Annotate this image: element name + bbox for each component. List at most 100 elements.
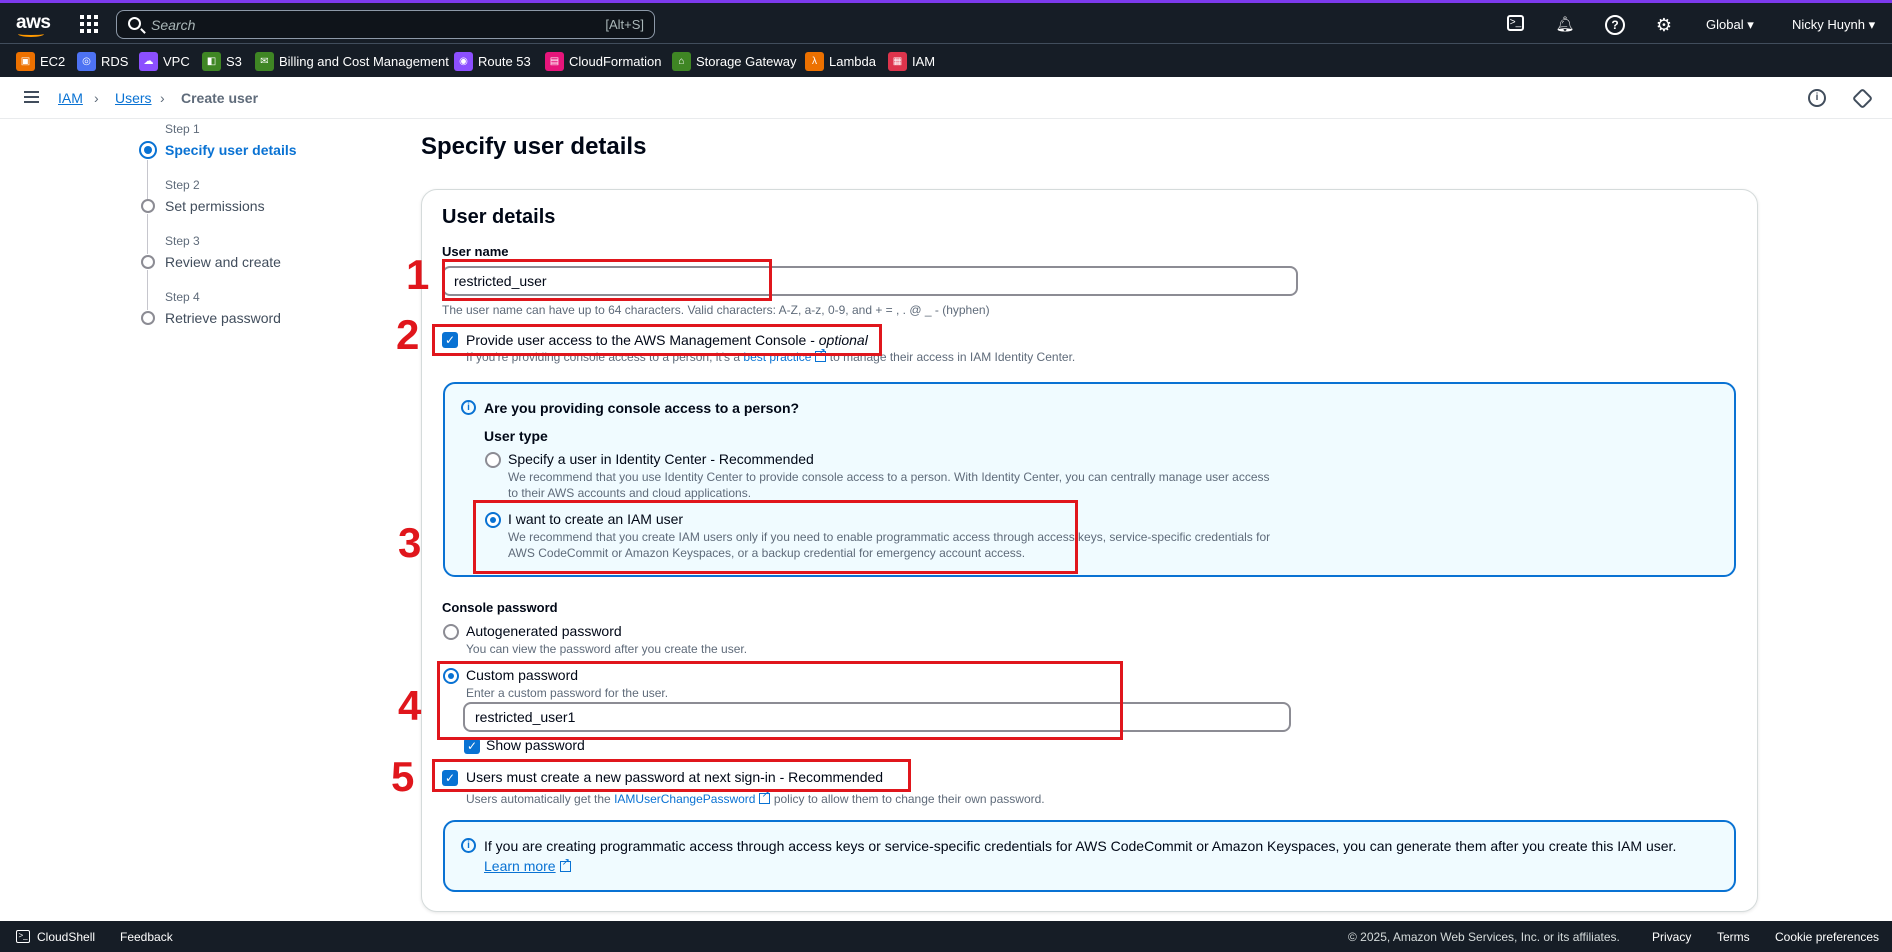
feedback-link[interactable]: Feedback [120, 930, 173, 944]
chevron-right-icon: › [160, 90, 165, 106]
cloudshell-footer-icon: >_ [16, 930, 30, 943]
vpc-icon: ☁ [139, 51, 158, 71]
privacy-link[interactable]: Privacy [1652, 930, 1691, 944]
annotation-number-4: 4 [398, 682, 422, 729]
cloudshell-icon[interactable]: >_ [1507, 15, 1524, 31]
favorite-label: S3 [226, 53, 242, 69]
step-2-name: Set permissions [165, 198, 265, 214]
favorite-storage-gateway[interactable]: ⌂ Storage Gateway [672, 51, 796, 71]
account-menu[interactable]: Nicky Huynh ▾ [1792, 17, 1875, 33]
favorite-label: Billing and Cost Management [279, 53, 449, 69]
footer: >_ CloudShell Feedback © 2025, Amazon We… [0, 921, 1892, 952]
aws-logo-text: aws [16, 12, 51, 33]
identity-center-radio[interactable] [485, 452, 501, 468]
programmatic-access-info-panel [443, 820, 1736, 892]
step-2-label: Step 2 [165, 178, 200, 192]
info-icon: i [461, 838, 476, 853]
annotation-box-2 [432, 324, 882, 356]
annotation-box-5 [432, 759, 911, 792]
favorite-billing[interactable]: ✉ Billing and Cost Management [255, 51, 449, 71]
notifications-bell-icon[interactable]: 🔔︎ [1555, 15, 1575, 35]
step-4-label: Step 4 [165, 290, 200, 304]
step-3-name: Review and create [165, 254, 281, 270]
autogenerated-password-option[interactable]: Autogenerated password [466, 623, 622, 639]
terms-link[interactable]: Terms [1717, 930, 1750, 944]
identity-center-desc-2: to their AWS accounts and cloud applicat… [508, 486, 752, 500]
search-bar[interactable]: [Alt+S] [116, 10, 655, 39]
favorite-rds[interactable]: ◎ RDS [77, 51, 128, 71]
annotation-number-3: 3 [398, 519, 422, 566]
annotation-number-1: 1 [406, 251, 430, 298]
step-2-icon [141, 199, 155, 213]
show-password-checkbox[interactable]: ✓ [464, 738, 480, 754]
user-type-label: User type [484, 428, 548, 444]
learn-more-link[interactable]: Learn more [484, 857, 571, 874]
cookie-preferences-link[interactable]: Cookie preferences [1775, 930, 1879, 944]
copyright-text: © 2025, Amazon Web Services, Inc. or its… [1348, 930, 1620, 944]
annotation-box-3 [473, 500, 1078, 574]
must-reset-hint: Users automatically get the IAMUserChang… [466, 789, 1045, 806]
favorite-label: Lambda [829, 53, 876, 69]
favorite-label: Storage Gateway [696, 53, 797, 69]
identity-center-desc-1: We recommend that you use Identity Cente… [508, 470, 1270, 484]
services-grid-icon[interactable] [80, 15, 98, 33]
help-icon[interactable]: ? [1605, 15, 1625, 35]
learn-more-text: Learn more [484, 858, 556, 874]
programmatic-access-info-text: If you are creating programmatic access … [484, 838, 1677, 854]
menu-hamburger-icon[interactable] [24, 91, 39, 104]
cloudshell-link[interactable]: CloudShell [37, 930, 95, 944]
step-3-icon [141, 255, 155, 269]
favorite-label: Route 53 [478, 53, 531, 69]
favorite-lambda[interactable]: λ Lambda [805, 51, 876, 71]
security-hexagon-icon[interactable] [1851, 87, 1874, 110]
s3-bucket-icon: ◧ [202, 51, 221, 71]
external-link-icon [559, 857, 571, 872]
favorite-vpc[interactable]: ☁ VPC [139, 51, 190, 71]
info-panel-icon[interactable]: i [1808, 89, 1826, 107]
aws-logo[interactable]: aws [16, 12, 51, 37]
card-title: User details [442, 206, 556, 228]
autogenerated-password-radio[interactable] [443, 624, 459, 640]
favorite-ec2[interactable]: ▣ EC2 [16, 51, 65, 71]
breadcrumb-current: Create user [181, 90, 259, 106]
console-password-label: Console password [442, 600, 558, 615]
chevron-right-icon: › [94, 90, 99, 106]
favorite-cloudformation[interactable]: ▤ CloudFormation [545, 51, 662, 71]
breadcrumb-users[interactable]: Users [115, 90, 152, 106]
step-connector [147, 160, 148, 200]
breadcrumb-iam[interactable]: IAM [58, 90, 83, 106]
breadcrumb-bar: IAM › Users › Create user i [0, 77, 1892, 119]
external-link-icon [759, 789, 771, 804]
step-1-name[interactable]: Specify user details [165, 142, 297, 158]
favorite-iam[interactable]: ▦ IAM [888, 51, 935, 71]
lambda-icon: λ [805, 51, 824, 71]
hint-text: Users automatically get the [466, 792, 615, 806]
cloudformation-icon: ▤ [545, 51, 564, 71]
aws-smile-icon [18, 31, 44, 37]
search-input[interactable] [151, 15, 531, 34]
annotation-box-4 [437, 661, 1123, 740]
step-connector [147, 214, 148, 254]
settings-gear-icon[interactable]: ⚙ [1654, 15, 1674, 35]
iam-user-change-password-link[interactable]: IAMUserChangePassword [614, 792, 755, 806]
favorite-label: CloudFormation [569, 53, 662, 69]
identity-center-option[interactable]: Specify a user in Identity Center - Reco… [508, 451, 814, 467]
favorite-route53[interactable]: ◉ Route 53 [454, 51, 531, 71]
step-4-icon [141, 311, 155, 325]
favorite-label: IAM [912, 53, 936, 69]
step-1-label: Step 1 [165, 122, 200, 136]
hint-text: policy to allow them to change their own… [770, 792, 1045, 806]
top-navigation: aws [Alt+S] >_ 🔔︎ ? ⚙ Global ▾ Nicky Huy… [0, 0, 1892, 43]
favorite-s3[interactable]: ◧ S3 [202, 51, 242, 71]
username-label: User name [442, 244, 509, 259]
region-selector[interactable]: Global ▾ [1706, 17, 1754, 33]
route53-icon: ◉ [454, 51, 473, 71]
favorites-bar: ▣ EC2 ◎ RDS ☁ VPC ◧ S3 ✉ Billing and Cost Man… [0, 43, 1892, 77]
page-title: Specify user details [421, 133, 647, 160]
favorite-label: EC2 [40, 53, 66, 69]
search-shortcut: [Alt+S] [605, 17, 644, 32]
billing-icon: ✉ [255, 51, 274, 71]
step-connector [147, 270, 148, 310]
favorite-label: RDS [101, 53, 129, 69]
step-3-label: Step 3 [165, 234, 200, 248]
